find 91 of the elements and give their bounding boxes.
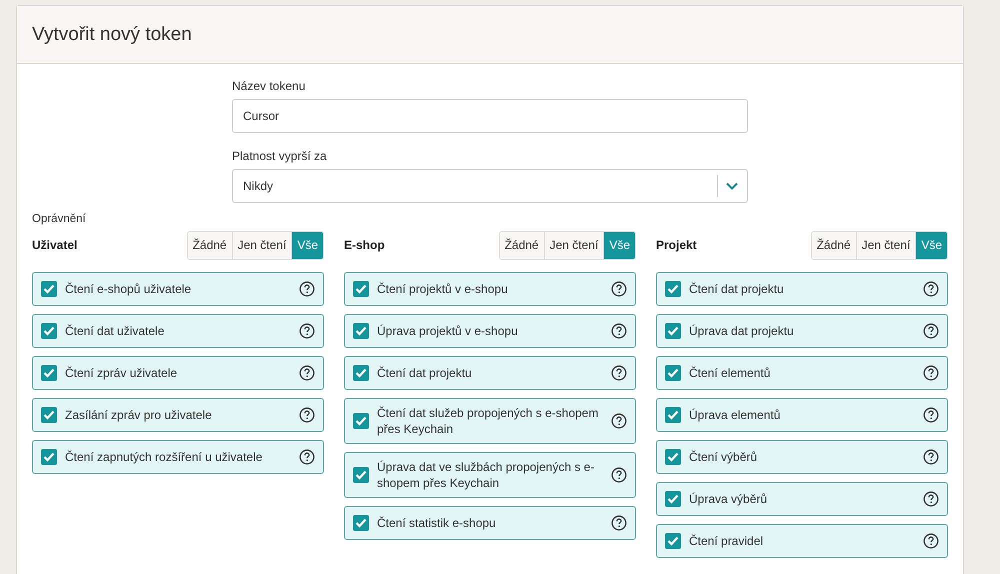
segment-button[interactable]: Žádné	[500, 232, 544, 258]
permission-item[interactable]: Čtení projektů v e-shopu	[344, 272, 636, 306]
checkbox[interactable]	[353, 365, 369, 381]
help-icon[interactable]	[923, 407, 939, 423]
chevron-down-icon	[726, 182, 738, 190]
segment-button[interactable]: Vše	[291, 232, 323, 258]
permission-item[interactable]: Čtení dat uživatele	[32, 314, 324, 348]
permission-label: Čtení dat projektu	[377, 365, 473, 381]
section-label: Oprávnění	[32, 213, 87, 225]
segment-button[interactable]: Jen čtení	[232, 232, 292, 258]
permission-item[interactable]: Čtení dat projektu	[656, 272, 948, 306]
segment-button[interactable]: Vše	[603, 232, 635, 258]
help-icon[interactable]	[923, 491, 939, 507]
permission-label: Čtení zpráv uživatele	[65, 365, 178, 381]
checkbox[interactable]	[41, 281, 57, 297]
permission-item[interactable]: Čtení výběrů	[656, 440, 948, 474]
permission-label: Úprava výběrů	[689, 491, 768, 507]
permission-label: Čtení dat služeb propojených s e-shopem přes Keychain	[377, 405, 600, 437]
checkbox[interactable]	[353, 515, 369, 531]
checkbox[interactable]	[665, 323, 681, 339]
permission-label: Čtení dat projektu	[689, 281, 785, 297]
permission-label: Čtení dat uživatele	[65, 323, 166, 339]
checkbox[interactable]	[665, 407, 681, 423]
permission-item[interactable]: Čtení statistik e-shopu	[344, 506, 636, 540]
permission-item[interactable]: Úprava dat projektu	[656, 314, 948, 348]
permission-label: Úprava dat projektu	[689, 323, 795, 339]
segment-button[interactable]: Jen čtení	[856, 232, 916, 258]
permission-item[interactable]: Čtení zpráv uživatele	[32, 356, 324, 390]
help-icon[interactable]	[923, 281, 939, 297]
permission-label: Čtení e-shopů uživatele	[65, 281, 192, 297]
checkbox[interactable]	[41, 323, 57, 339]
checkbox[interactable]	[665, 365, 681, 381]
help-icon[interactable]	[923, 449, 939, 465]
permission-label: Úprava projektů v e-shopu	[377, 323, 519, 339]
permission-item[interactable]: Čtení pravidel	[656, 524, 948, 558]
help-icon[interactable]	[299, 281, 315, 297]
checkbox[interactable]	[665, 281, 681, 297]
checkbox[interactable]	[41, 365, 57, 381]
group-title: E-shop	[344, 238, 385, 252]
help-icon[interactable]	[611, 467, 627, 483]
permission-label: Úprava elementů	[689, 407, 782, 423]
segment-button[interactable]: Žádné	[188, 232, 232, 258]
segment-button[interactable]: Jen čtení	[544, 232, 604, 258]
permission-label: Čtení projektů v e-shopu	[377, 281, 509, 297]
help-icon[interactable]	[611, 323, 627, 339]
permission-label: Úprava dat ve službách propojených s e-shopem přes Keychain	[377, 459, 596, 491]
permission-label: Čtení výběrů	[689, 449, 758, 465]
permission-item[interactable]: Úprava elementů	[656, 398, 948, 432]
group-title: Projekt	[656, 238, 697, 252]
help-icon[interactable]	[611, 413, 627, 429]
permission-item[interactable]: Úprava výběrů	[656, 482, 948, 516]
help-icon[interactable]	[923, 323, 939, 339]
checkbox[interactable]	[665, 491, 681, 507]
permission-item[interactable]: Čtení zapnutých rozšíření u uživatele	[32, 440, 324, 474]
checkbox[interactable]	[353, 281, 369, 297]
help-icon[interactable]	[299, 323, 315, 339]
permission-label: Čtení zapnutých rozšíření u uživatele	[65, 449, 264, 465]
permission-label: Čtení elementů	[689, 365, 772, 381]
input-field[interactable]: Cursor	[232, 99, 748, 133]
help-icon[interactable]	[299, 449, 315, 465]
select-field[interactable]: Nikdy	[232, 169, 748, 203]
card-title: Vytvořit nový token	[32, 24, 192, 46]
checkbox[interactable]	[353, 413, 369, 429]
help-icon[interactable]	[611, 365, 627, 381]
permission-label: Čtení statistik e-shopu	[377, 515, 497, 531]
help-icon[interactable]	[299, 365, 315, 381]
checkbox[interactable]	[665, 449, 681, 465]
permission-label: Zasílání zpráv pro uživatele	[65, 407, 213, 423]
help-icon[interactable]	[611, 515, 627, 531]
permission-item[interactable]: Čtení e-shopů uživatele	[32, 272, 324, 306]
checkbox[interactable]	[353, 467, 369, 483]
group-title: Uživatel	[32, 238, 78, 252]
segment-button[interactable]: Žádné	[812, 232, 856, 258]
permission-item[interactable]: Úprava dat ve službách propojených s e-shopem přes Keychain	[344, 452, 636, 498]
help-icon[interactable]	[923, 533, 939, 549]
field-label: Platnost vyprší za	[232, 149, 328, 163]
help-icon[interactable]	[611, 281, 627, 297]
permission-label: Čtení pravidel	[689, 533, 764, 549]
checkbox[interactable]	[665, 533, 681, 549]
permission-item[interactable]: Čtení dat projektu	[344, 356, 636, 390]
checkbox[interactable]	[41, 449, 57, 465]
permission-item[interactable]: Zasílání zpráv pro uživatele	[32, 398, 324, 432]
help-icon[interactable]	[299, 407, 315, 423]
field-label: Název tokenu	[232, 79, 306, 93]
checkbox[interactable]	[41, 407, 57, 423]
segment-button[interactable]: Vše	[915, 232, 947, 258]
permission-item[interactable]: Čtení elementů	[656, 356, 948, 390]
help-icon[interactable]	[923, 365, 939, 381]
checkbox[interactable]	[353, 323, 369, 339]
permission-item[interactable]: Úprava projektů v e-shopu	[344, 314, 636, 348]
permission-item[interactable]: Čtení dat služeb propojených s e-shopem přes Keychain	[344, 398, 636, 444]
